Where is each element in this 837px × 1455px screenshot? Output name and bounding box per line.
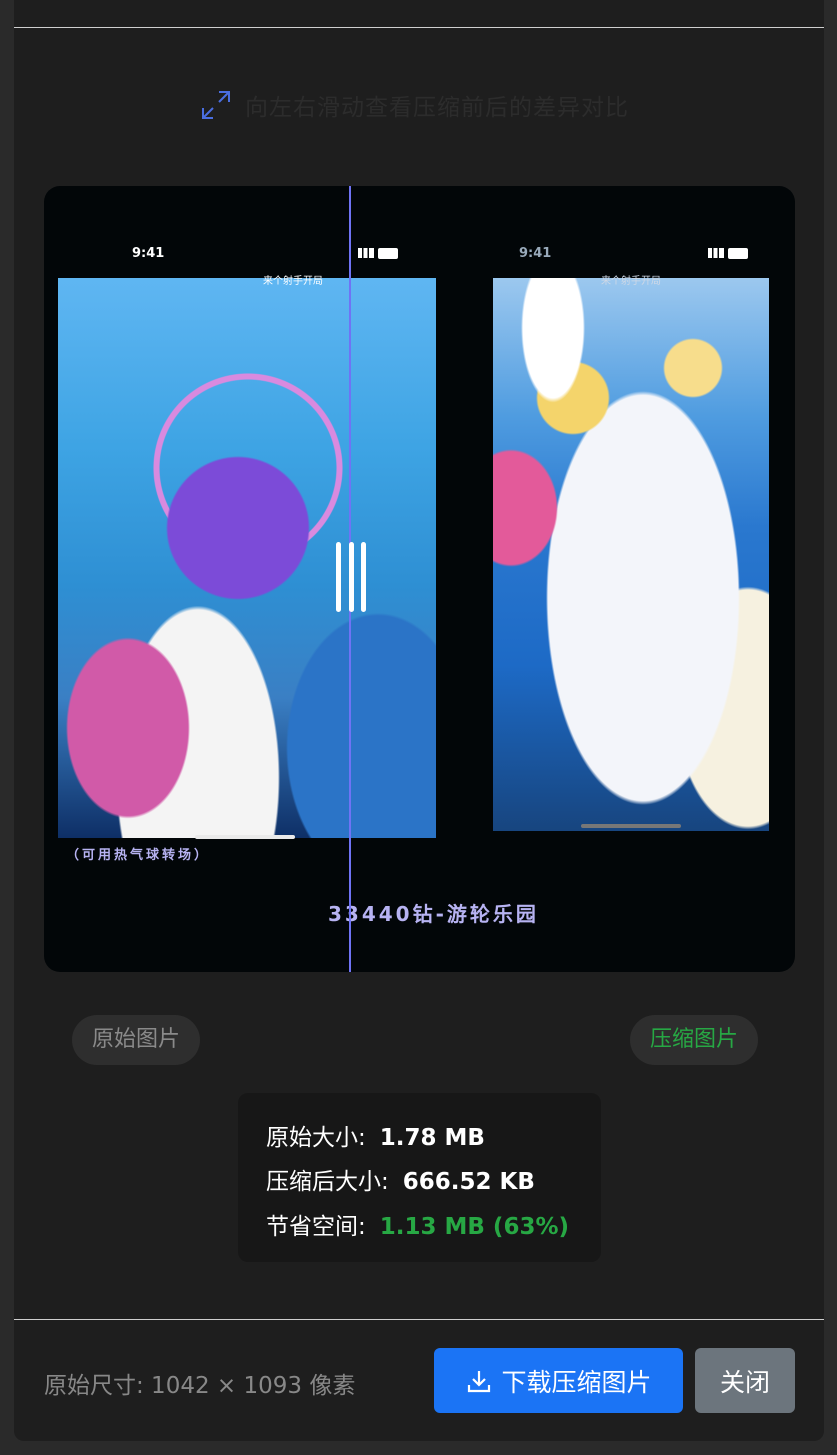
status-icons — [358, 248, 398, 259]
footer-divider — [14, 1319, 824, 1320]
home-indicator — [581, 824, 681, 828]
compare-modal: 向左右滑动查看压缩前后的差异对比 9:41 来个射手开局 9:41 来个射手开局… — [14, 0, 824, 1441]
hint-bar: 向左右滑动查看压缩前后的差异对比 — [199, 88, 629, 122]
saved-space-label: 节省空间: — [266, 1214, 366, 1240]
game-title: 来个射手开局 — [263, 276, 323, 287]
top-divider — [14, 27, 824, 28]
park-scene — [58, 278, 436, 838]
expand-arrows-icon — [202, 91, 230, 119]
compressed-size-value: 666.52 KB — [402, 1169, 535, 1195]
download-icon — [468, 1370, 491, 1392]
grip-bar — [336, 542, 341, 612]
original-size-row: 原始大小: 1.78 MB — [266, 1118, 485, 1152]
original-dimensions: 原始尺寸: 1042 × 1093 像素 — [44, 1373, 356, 1399]
hint-text: 向左右滑动查看压缩前后的差异对比 — [245, 95, 629, 121]
original-image-label: 原始图片 — [72, 1015, 201, 1065]
status-icons — [708, 248, 748, 259]
theme-caption: 33440钻-游轮乐园 — [328, 902, 539, 926]
battery-icon — [378, 248, 398, 259]
status-time: 9:41 — [132, 246, 165, 261]
signal-icon — [358, 248, 374, 258]
compressed-size-row: 压缩后大小: 666.52 KB — [266, 1162, 535, 1196]
original-image-preview: 9:41 来个射手开局 — [58, 238, 436, 843]
cruise-scene — [493, 278, 769, 831]
grip-bar — [348, 542, 354, 612]
signal-icon — [708, 248, 724, 258]
home-indicator — [195, 835, 295, 839]
compressed-size-label: 压缩后大小: — [266, 1169, 389, 1195]
download-label: 下载压缩图片 — [501, 1367, 652, 1397]
saved-space-row: 节省空间: 1.13 MB (63%) — [266, 1207, 569, 1241]
download-button[interactable]: 下载压缩图片 — [434, 1348, 683, 1413]
status-time: 9:41 — [519, 246, 552, 261]
saved-space-value: 1.13 MB (63%) — [379, 1214, 570, 1240]
battery-icon — [728, 248, 748, 259]
size-stats: 原始大小: 1.78 MB 压缩后大小: 666.52 KB 节省空间: 1.13 M… — [238, 1093, 601, 1262]
original-size-value: 1.78 MB — [379, 1125, 485, 1151]
game-title: 来个射手开局 — [601, 276, 661, 287]
compressed-image-label: 压缩图片 — [630, 1015, 759, 1065]
transition-note: （可用热气球转场） — [66, 848, 211, 863]
grip-bar — [361, 542, 366, 612]
compressed-image-preview: 9:41 来个射手开局 — [493, 238, 769, 831]
close-button[interactable]: 关闭 — [695, 1348, 795, 1413]
compare-slider[interactable]: 9:41 来个射手开局 9:41 来个射手开局 （可用热气球转场） 33440钻… — [44, 186, 795, 972]
drag-handle[interactable] — [336, 542, 366, 612]
original-size-label: 原始大小: — [266, 1125, 366, 1151]
